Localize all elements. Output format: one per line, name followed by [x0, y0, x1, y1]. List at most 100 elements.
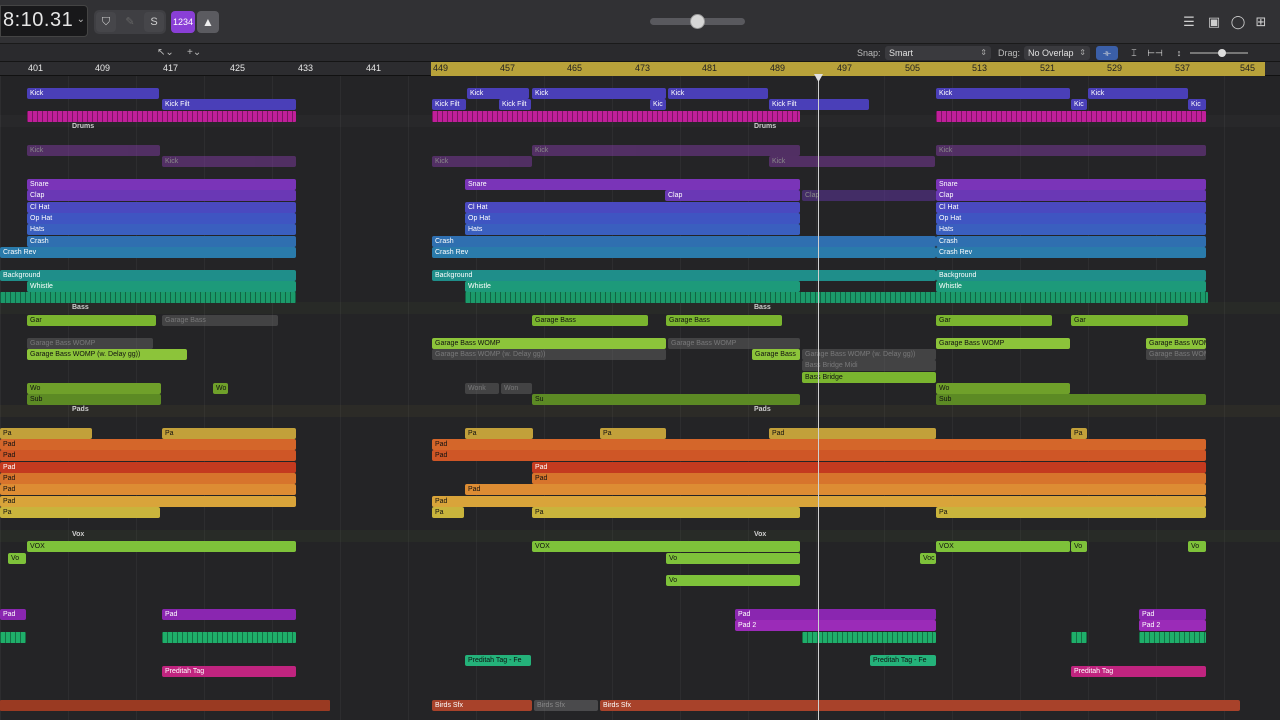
perc-band[interactable] — [465, 292, 1208, 303]
library-icon[interactable]: ⊞ — [1252, 13, 1270, 31]
region-kick[interactable]: Kick — [668, 88, 768, 99]
pointer-tool-icon[interactable]: ↖⌄ — [157, 47, 174, 58]
region-pad[interactable]: Pad — [532, 462, 1206, 473]
list-icon[interactable]: ☰ — [1180, 13, 1198, 31]
region-kick[interactable]: Kick — [532, 88, 666, 99]
region-sub[interactable]: Sub — [27, 394, 161, 405]
count-in-button[interactable]: 1234 — [171, 11, 195, 33]
region-kick-filt[interactable]: Kick Filt — [769, 99, 869, 110]
region-pa[interactable]: Pa — [936, 507, 1206, 518]
shield-icon[interactable]: ⛉ — [96, 12, 116, 32]
region-pad[interactable]: Pad — [432, 450, 1206, 461]
region-background[interactable]: Background — [432, 270, 936, 281]
region-kick[interactable]: Kick — [27, 88, 159, 99]
region-kick-muted[interactable]: Kick — [162, 156, 296, 167]
region-vox[interactable]: VOX — [936, 541, 1070, 552]
region-cl-hat[interactable]: Cl Hat — [465, 202, 800, 213]
region-op-hat[interactable]: Op Hat — [465, 213, 800, 224]
region-preditah-tag[interactable]: Preditah Tag — [1071, 666, 1206, 677]
region-whistle[interactable]: Whistle — [27, 281, 296, 292]
region-voc[interactable]: Voc — [920, 553, 936, 564]
region-garage-bass-womp[interactable]: Garage Bass WOMP — [668, 338, 800, 349]
region-crash-rev[interactable]: Crash Rev — [936, 247, 1206, 258]
drag-select[interactable]: No Overlap ⇕ — [1024, 46, 1090, 60]
region-pad[interactable]: Pad — [432, 496, 1206, 507]
region-whistle[interactable]: Whistle — [465, 281, 800, 292]
region-pad[interactable]: Pad — [0, 609, 26, 620]
region-kic[interactable]: Kic — [650, 99, 666, 110]
region-bass-bridge-midi[interactable]: Bass Bridge Midi — [802, 360, 936, 371]
region-pad[interactable]: Pad — [532, 473, 1206, 484]
region-vo[interactable]: Vo — [1071, 541, 1087, 552]
region-kick-filt[interactable]: Kick Filt — [432, 99, 466, 110]
region-garage-bass[interactable]: Garage Bass — [752, 349, 800, 360]
master-volume-knob[interactable] — [690, 14, 705, 29]
lcd-display[interactable]: 8:10.31 ⌄ — [0, 5, 88, 37]
region-pad[interactable]: Pad — [769, 428, 936, 439]
region-kick-muted[interactable]: Kick — [432, 156, 532, 167]
region-garage-bass[interactable]: Garage Bass — [532, 315, 648, 326]
region-pa[interactable]: Pa — [162, 428, 296, 439]
region-kic[interactable]: Kic — [1071, 99, 1087, 110]
fx-band[interactable] — [802, 632, 936, 643]
perc-band[interactable] — [0, 292, 296, 303]
region-sub[interactable]: Sub — [936, 394, 1206, 405]
fx-band[interactable] — [0, 632, 26, 643]
region-won[interactable]: Won — [501, 383, 532, 394]
drum-fill-band[interactable] — [432, 111, 800, 122]
region-bass-bridge[interactable]: Bass Bridge — [802, 372, 936, 383]
region-op-hat[interactable]: Op Hat — [27, 213, 296, 224]
region-wo[interactable]: Wo — [936, 383, 1070, 394]
region-kick-filt[interactable]: Kick Filt — [162, 99, 296, 110]
region-hats[interactable]: Hats — [936, 224, 1206, 235]
region-kick-muted[interactable]: Kick — [532, 145, 800, 156]
region-kick[interactable]: Kick — [467, 88, 529, 99]
region-pad[interactable]: Pad — [0, 450, 296, 461]
region-garage-bass-womp[interactable]: Garage Bass WOMP — [27, 338, 153, 349]
region-clap-muted[interactable]: Clap — [802, 190, 936, 201]
region-pa[interactable]: Pa — [1071, 428, 1087, 439]
region-snare[interactable]: Snare — [27, 179, 296, 190]
region-pad[interactable]: Pad — [0, 484, 296, 495]
fx-band[interactable] — [162, 632, 296, 643]
region-garage-bass-womp-delay[interactable]: Garage Bass WOMP (w. Delay gg)) — [432, 349, 666, 360]
region-hats[interactable]: Hats — [27, 224, 296, 235]
region-birds-sfx[interactable]: Birds Sfx — [534, 700, 598, 711]
region-pad[interactable]: Pad — [735, 609, 936, 620]
pencil-icon[interactable]: ✎ — [120, 12, 140, 32]
chevron-down-icon[interactable]: ⌄ — [77, 14, 85, 25]
fx-band[interactable] — [1071, 632, 1087, 643]
region-background[interactable]: Background — [936, 270, 1206, 281]
fx-band[interactable] — [1139, 632, 1206, 643]
region-kick[interactable]: Kick — [936, 88, 1070, 99]
region-gar[interactable]: Gar — [27, 315, 156, 326]
region-pa[interactable]: Pa — [0, 507, 160, 518]
region-kick-muted[interactable]: Kick — [27, 145, 160, 156]
region-pa[interactable]: Pa — [532, 507, 800, 518]
region-su[interactable]: Su — [532, 394, 800, 405]
region-pad[interactable]: Pad — [465, 484, 1206, 495]
region-kick-muted[interactable]: Kick — [769, 156, 935, 167]
snap-select[interactable]: Smart ⇕ — [885, 46, 991, 60]
browser-icon[interactable]: ◯ — [1229, 13, 1247, 31]
note-icon[interactable]: ▣ — [1205, 13, 1223, 31]
region-kick-muted[interactable]: Kick — [936, 145, 1206, 156]
region-garage-bass[interactable]: Garage Bass — [666, 315, 782, 326]
region-pad[interactable]: Pad — [162, 609, 296, 620]
region-birds-sfx[interactable]: Birds Sfx — [600, 700, 1240, 711]
region-pad[interactable]: Pad — [432, 439, 1206, 450]
region-vox[interactable]: VOX — [27, 541, 296, 552]
playhead[interactable] — [818, 76, 819, 720]
metronome-icon[interactable]: ▲ — [197, 11, 219, 33]
region-garage-bass-womp-delay[interactable]: Garage Bass WOMP (w. Delay gg)) — [27, 349, 187, 360]
region-garage-bass-womp[interactable]: Garage Bass WOMP — [1146, 349, 1206, 360]
region-cl-hat[interactable]: Cl Hat — [936, 202, 1206, 213]
region-background[interactable]: Background — [0, 270, 296, 281]
region-vo[interactable]: Vo — [666, 575, 800, 586]
region-vox[interactable]: VOX — [532, 541, 800, 552]
arrange-area[interactable]: Drums Drums Bass Bass Pads Pads Vox Vox … — [0, 76, 1280, 720]
region-clap[interactable]: Clap — [665, 190, 800, 201]
region-pad[interactable]: Pad — [0, 496, 296, 507]
region-pad[interactable]: Pad — [1139, 609, 1206, 620]
region-pad[interactable]: Pad — [0, 439, 296, 450]
